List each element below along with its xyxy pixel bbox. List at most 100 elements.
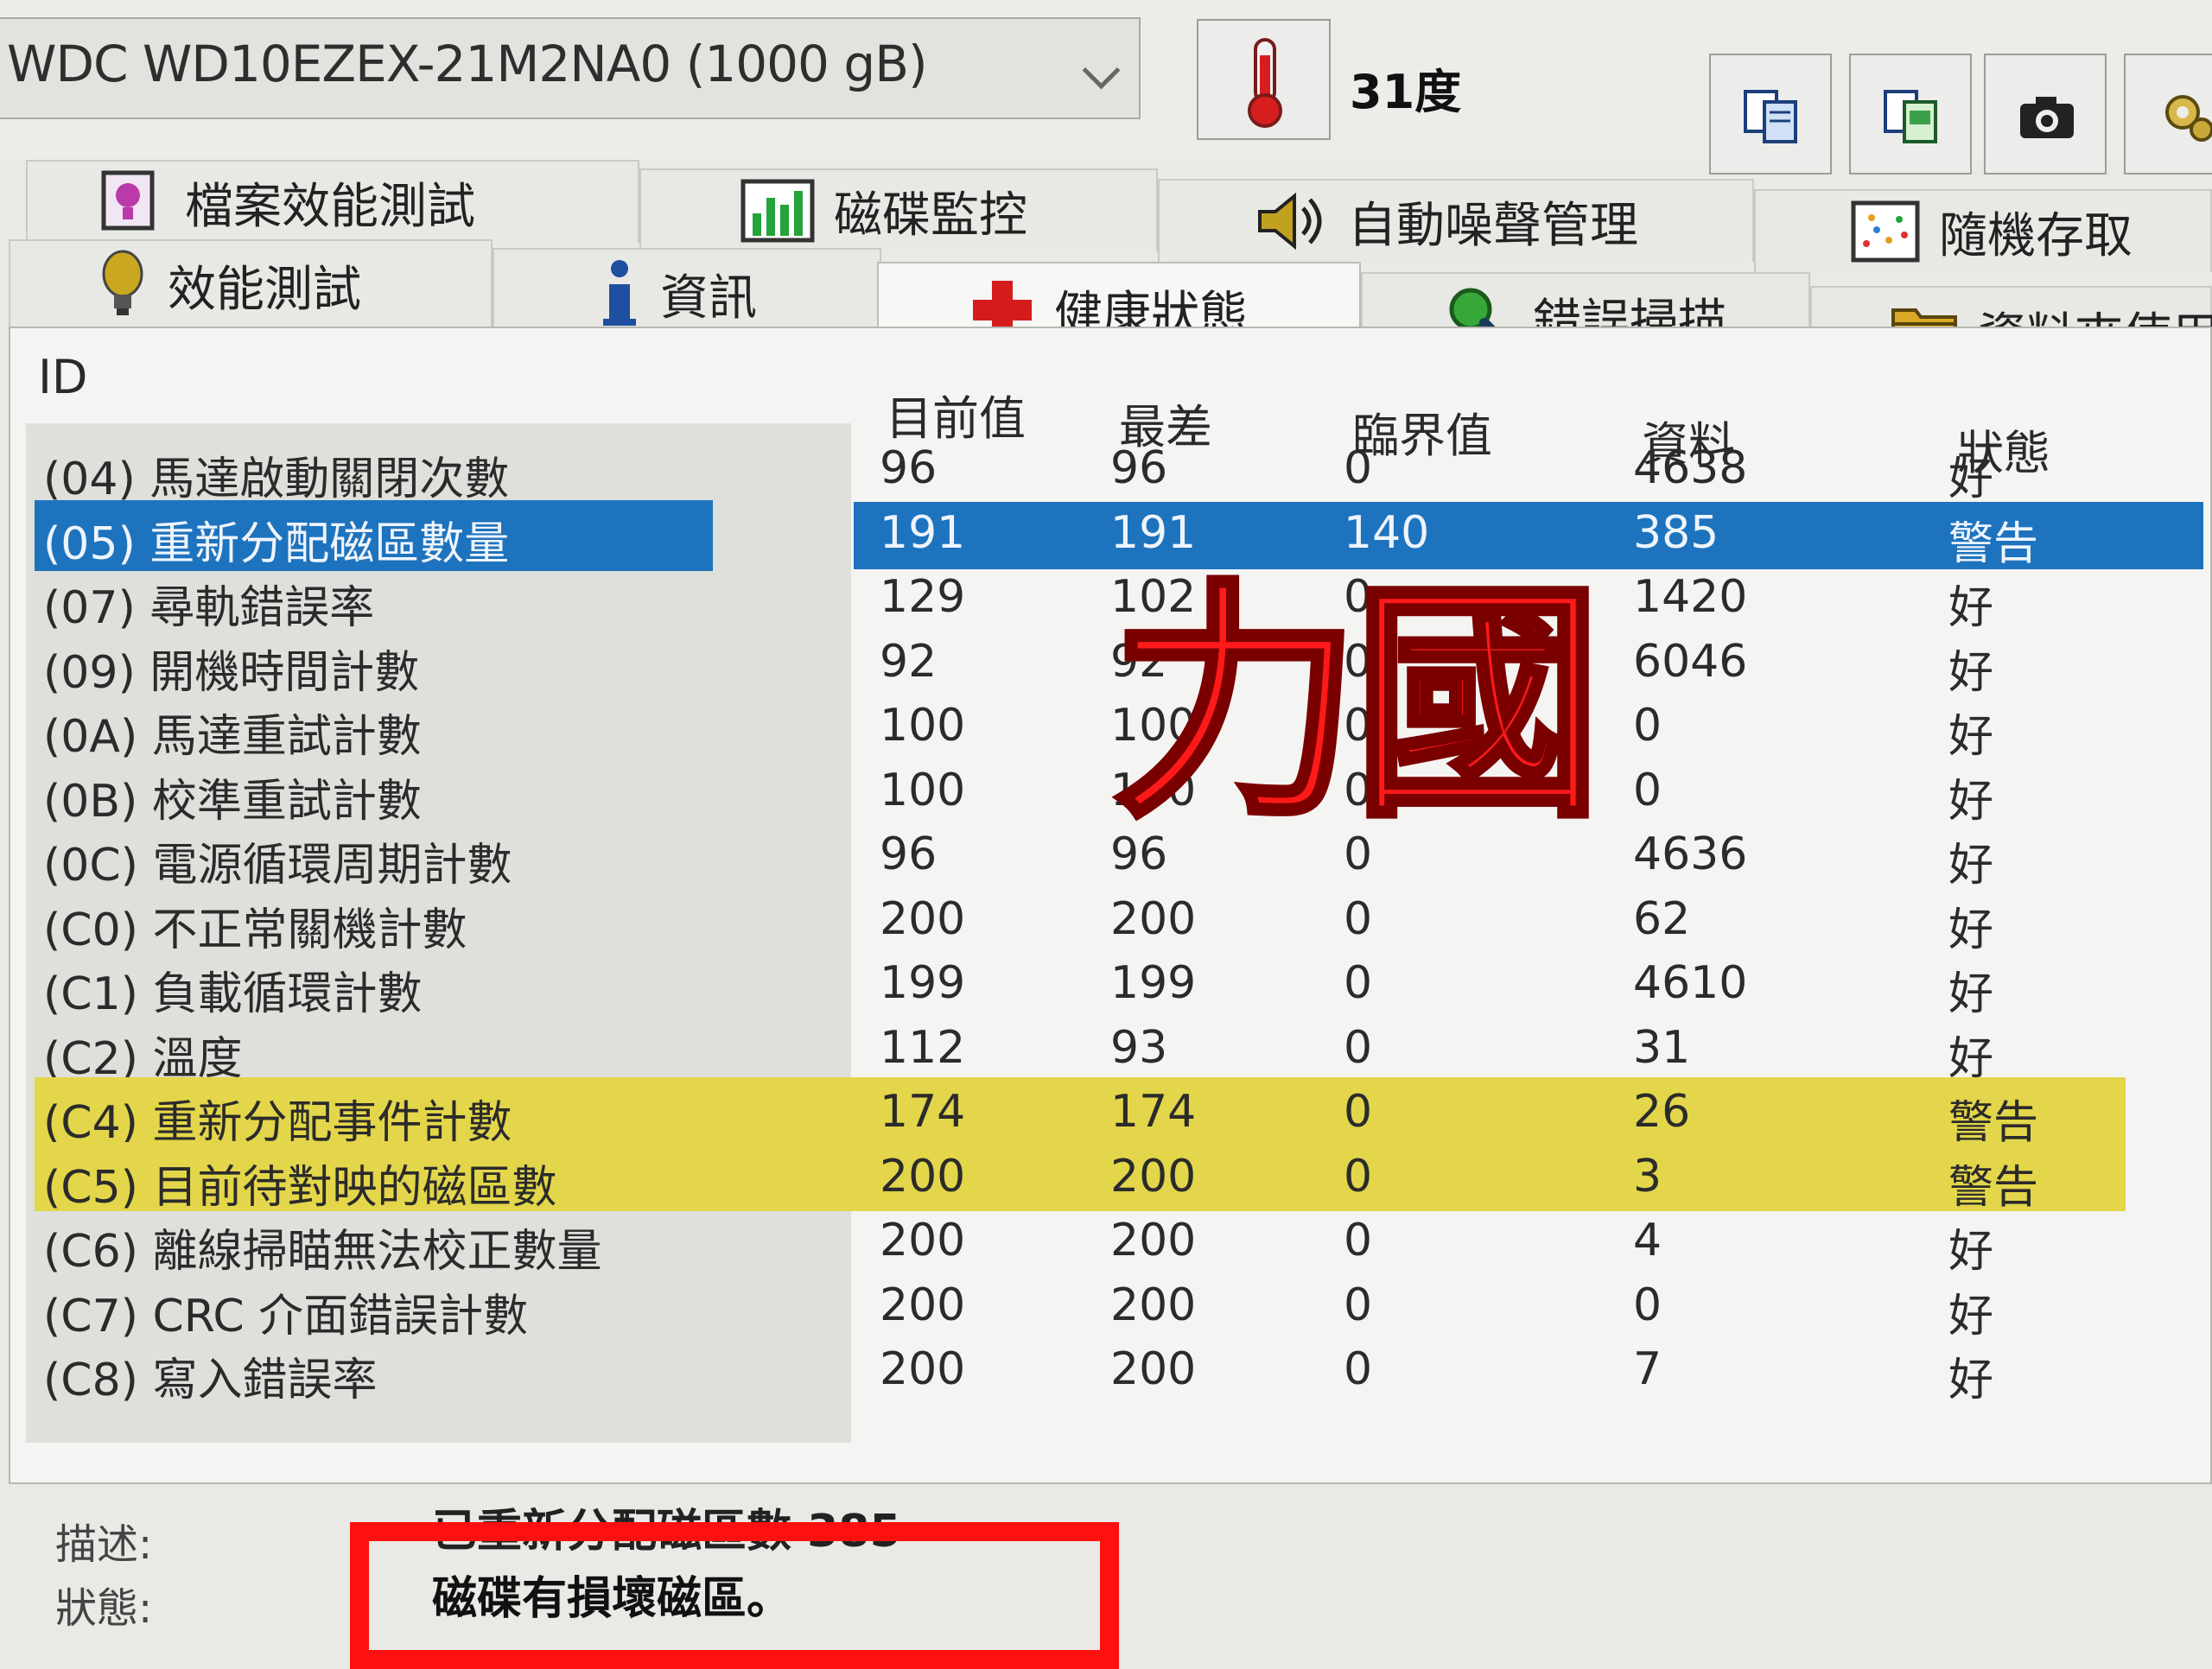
tab-file-benchmark[interactable]: 檔案效能測試 (26, 160, 639, 243)
cell-raw: 31 (1633, 1021, 1691, 1074)
cell-id: (C7) CRC 介面錯誤計數 (43, 1290, 529, 1342)
thermometer-icon (1248, 38, 1282, 128)
cell-threshold: 0 (1344, 1279, 1373, 1331)
cell-status: 好 (1948, 1290, 1994, 1342)
header-id[interactable]: ID (38, 350, 88, 404)
lightbulb-icon (102, 250, 143, 315)
cell-raw: 6046 (1633, 635, 1748, 688)
copy-button[interactable] (1709, 54, 1832, 175)
cell-raw: 3 (1633, 1150, 1662, 1203)
cell-raw: 4610 (1633, 957, 1748, 1009)
description-label: 描述: (55, 1520, 153, 1569)
table-row[interactable]: (C8) 寫入錯誤率 200 200 0 7 好 (35, 1340, 2160, 1406)
table-row[interactable]: (C4) 重新分配事件計數 174 174 0 26 警告 (35, 1077, 2160, 1149)
cell-threshold: 0 (1344, 442, 1373, 494)
cell-threshold: 0 (1344, 1021, 1373, 1074)
cell-worst: 93 (1110, 1021, 1168, 1074)
cell-status: 好 (1948, 646, 1994, 699)
info-icon (603, 260, 636, 326)
file-benchmark-icon (101, 170, 155, 231)
tab-random-access[interactable]: 隨機存取 (1754, 189, 2212, 272)
table-row[interactable]: (0B) 校準重試計數 100 100 0 0 好 (35, 761, 2160, 828)
cell-current: 112 (880, 1021, 966, 1074)
tab-label: 資訊 (660, 270, 757, 327)
cell-status: 警告 (1948, 1161, 2039, 1214)
copy-icon (1744, 90, 1797, 143)
table-row[interactable]: (C2) 溫度 112 93 0 31 好 (35, 1019, 2160, 1085)
cell-raw: 7 (1633, 1343, 1662, 1395)
cell-current: 100 (880, 764, 966, 816)
cell-id: (04) 馬達啟動關閉次數 (43, 454, 510, 505)
table-row[interactable]: (09) 開機時間計數 92 92 0 6046 好 (35, 632, 2160, 699)
table-row[interactable]: (C0) 不正常關機計數 200 200 0 62 好 (35, 890, 2160, 956)
table-row[interactable]: (C5) 目前待對映的磁區數 200 200 0 3 警告 (35, 1141, 2160, 1214)
cell-status: 好 (1948, 775, 1994, 828)
tab-disk-monitor[interactable]: 磁碟監控 (639, 168, 1158, 251)
table-row[interactable]: (07) 尋軌錯誤率 129 102 0 1420 好 (35, 568, 2160, 634)
cell-raw: 4636 (1633, 828, 1748, 880)
cell-current: 200 (880, 1150, 966, 1203)
cell-current: 200 (880, 1215, 966, 1266)
cell-worst: 200 (1110, 1279, 1197, 1331)
copy-screen-button[interactable] (1849, 54, 1972, 175)
temperature-readout: 31度 (1350, 65, 1462, 119)
table-row[interactable]: (C6) 離線掃瞄無法校正數量 200 200 0 4 好 (35, 1211, 2160, 1278)
table-row[interactable]: (C7) CRC 介面錯誤計數 200 200 0 0 好 (35, 1276, 2160, 1342)
cell-raw: 0 (1633, 1279, 1662, 1331)
cell-current: 96 (880, 442, 938, 494)
cell-raw: 26 (1633, 1086, 1691, 1138)
screenshot-button[interactable] (1984, 54, 2107, 175)
disk-monitor-icon (741, 179, 815, 243)
cell-worst: 199 (1110, 957, 1197, 1009)
tab-label: 磁碟監控 (834, 187, 1027, 244)
cell-status: 好 (1948, 904, 1994, 956)
cell-current: 191 (880, 506, 966, 559)
tab-info[interactable]: 資訊 (493, 248, 881, 338)
cell-status: 好 (1948, 840, 1994, 892)
copy-screen-icon (1884, 90, 1937, 143)
cell-status: 好 (1948, 454, 1994, 505)
cell-threshold: 0 (1344, 957, 1373, 1009)
speaker-icon (1258, 192, 1322, 251)
table-row[interactable]: (0A) 馬達重試計數 100 100 0 0 好 (35, 696, 2160, 763)
cell-worst: 200 (1110, 892, 1197, 945)
cell-current: 129 (880, 571, 966, 623)
cell-threshold: 0 (1344, 1343, 1373, 1395)
drive-selector[interactable]: WDC WD10EZEX-21M2NA0 (1000 gB) (0, 17, 1141, 119)
table-row[interactable]: (04) 馬達啟動關閉次數 96 96 0 4638 好 (35, 439, 2160, 505)
cell-current: 92 (880, 635, 938, 688)
cell-status: 好 (1948, 1355, 1994, 1406)
settings-icon (2165, 95, 2212, 142)
toolbar: WDC WD10EZEX-21M2NA0 (1000 gB) 31度 (0, 0, 2212, 175)
cell-status: 警告 (1948, 517, 2039, 570)
cell-status: 好 (1948, 711, 1994, 763)
temperature-button[interactable] (1197, 19, 1331, 140)
cell-status: 好 (1948, 968, 1994, 1020)
cell-worst: 174 (1110, 1086, 1197, 1138)
cell-current: 174 (880, 1086, 966, 1138)
cell-id: (C5) 目前待對映的磁區數 (43, 1161, 557, 1214)
tab-noise-management[interactable]: 自動噪聲管理 (1158, 179, 1754, 262)
cell-raw: 0 (1633, 764, 1662, 816)
cell-worst: 200 (1110, 1150, 1197, 1203)
cell-worst: 200 (1110, 1343, 1197, 1395)
table-row[interactable]: (C1) 負載循環計數 199 199 0 4610 好 (35, 954, 2160, 1020)
tab-benchmark[interactable]: 效能測試 (9, 239, 493, 329)
cell-current: 199 (880, 957, 966, 1009)
cell-status: 好 (1948, 582, 1994, 634)
camera-icon (2020, 97, 2074, 138)
tab-label: 自動噪聲管理 (1348, 197, 1638, 254)
cell-id: (0A) 馬達重試計數 (43, 711, 422, 763)
watermark-text: 力國 (1108, 557, 1605, 854)
table-row[interactable]: (0C) 電源循環周期計數 96 96 0 4636 好 (35, 825, 2160, 892)
table-row[interactable]: (05) 重新分配磁區數量 191 191 140 385 警告 (35, 499, 2203, 571)
cell-id: (05) 重新分配磁區數量 (43, 517, 510, 570)
cell-current: 200 (880, 1279, 966, 1331)
cell-id: (C1) 負載循環計數 (43, 968, 423, 1020)
random-access-icon (1851, 200, 1920, 263)
chevron-down-icon[interactable] (1082, 51, 1121, 90)
cell-threshold: 0 (1344, 1215, 1373, 1266)
settings-button[interactable] (2124, 54, 2212, 175)
cell-id: (C8) 寫入錯誤率 (43, 1355, 378, 1406)
cell-threshold: 0 (1344, 1086, 1373, 1138)
